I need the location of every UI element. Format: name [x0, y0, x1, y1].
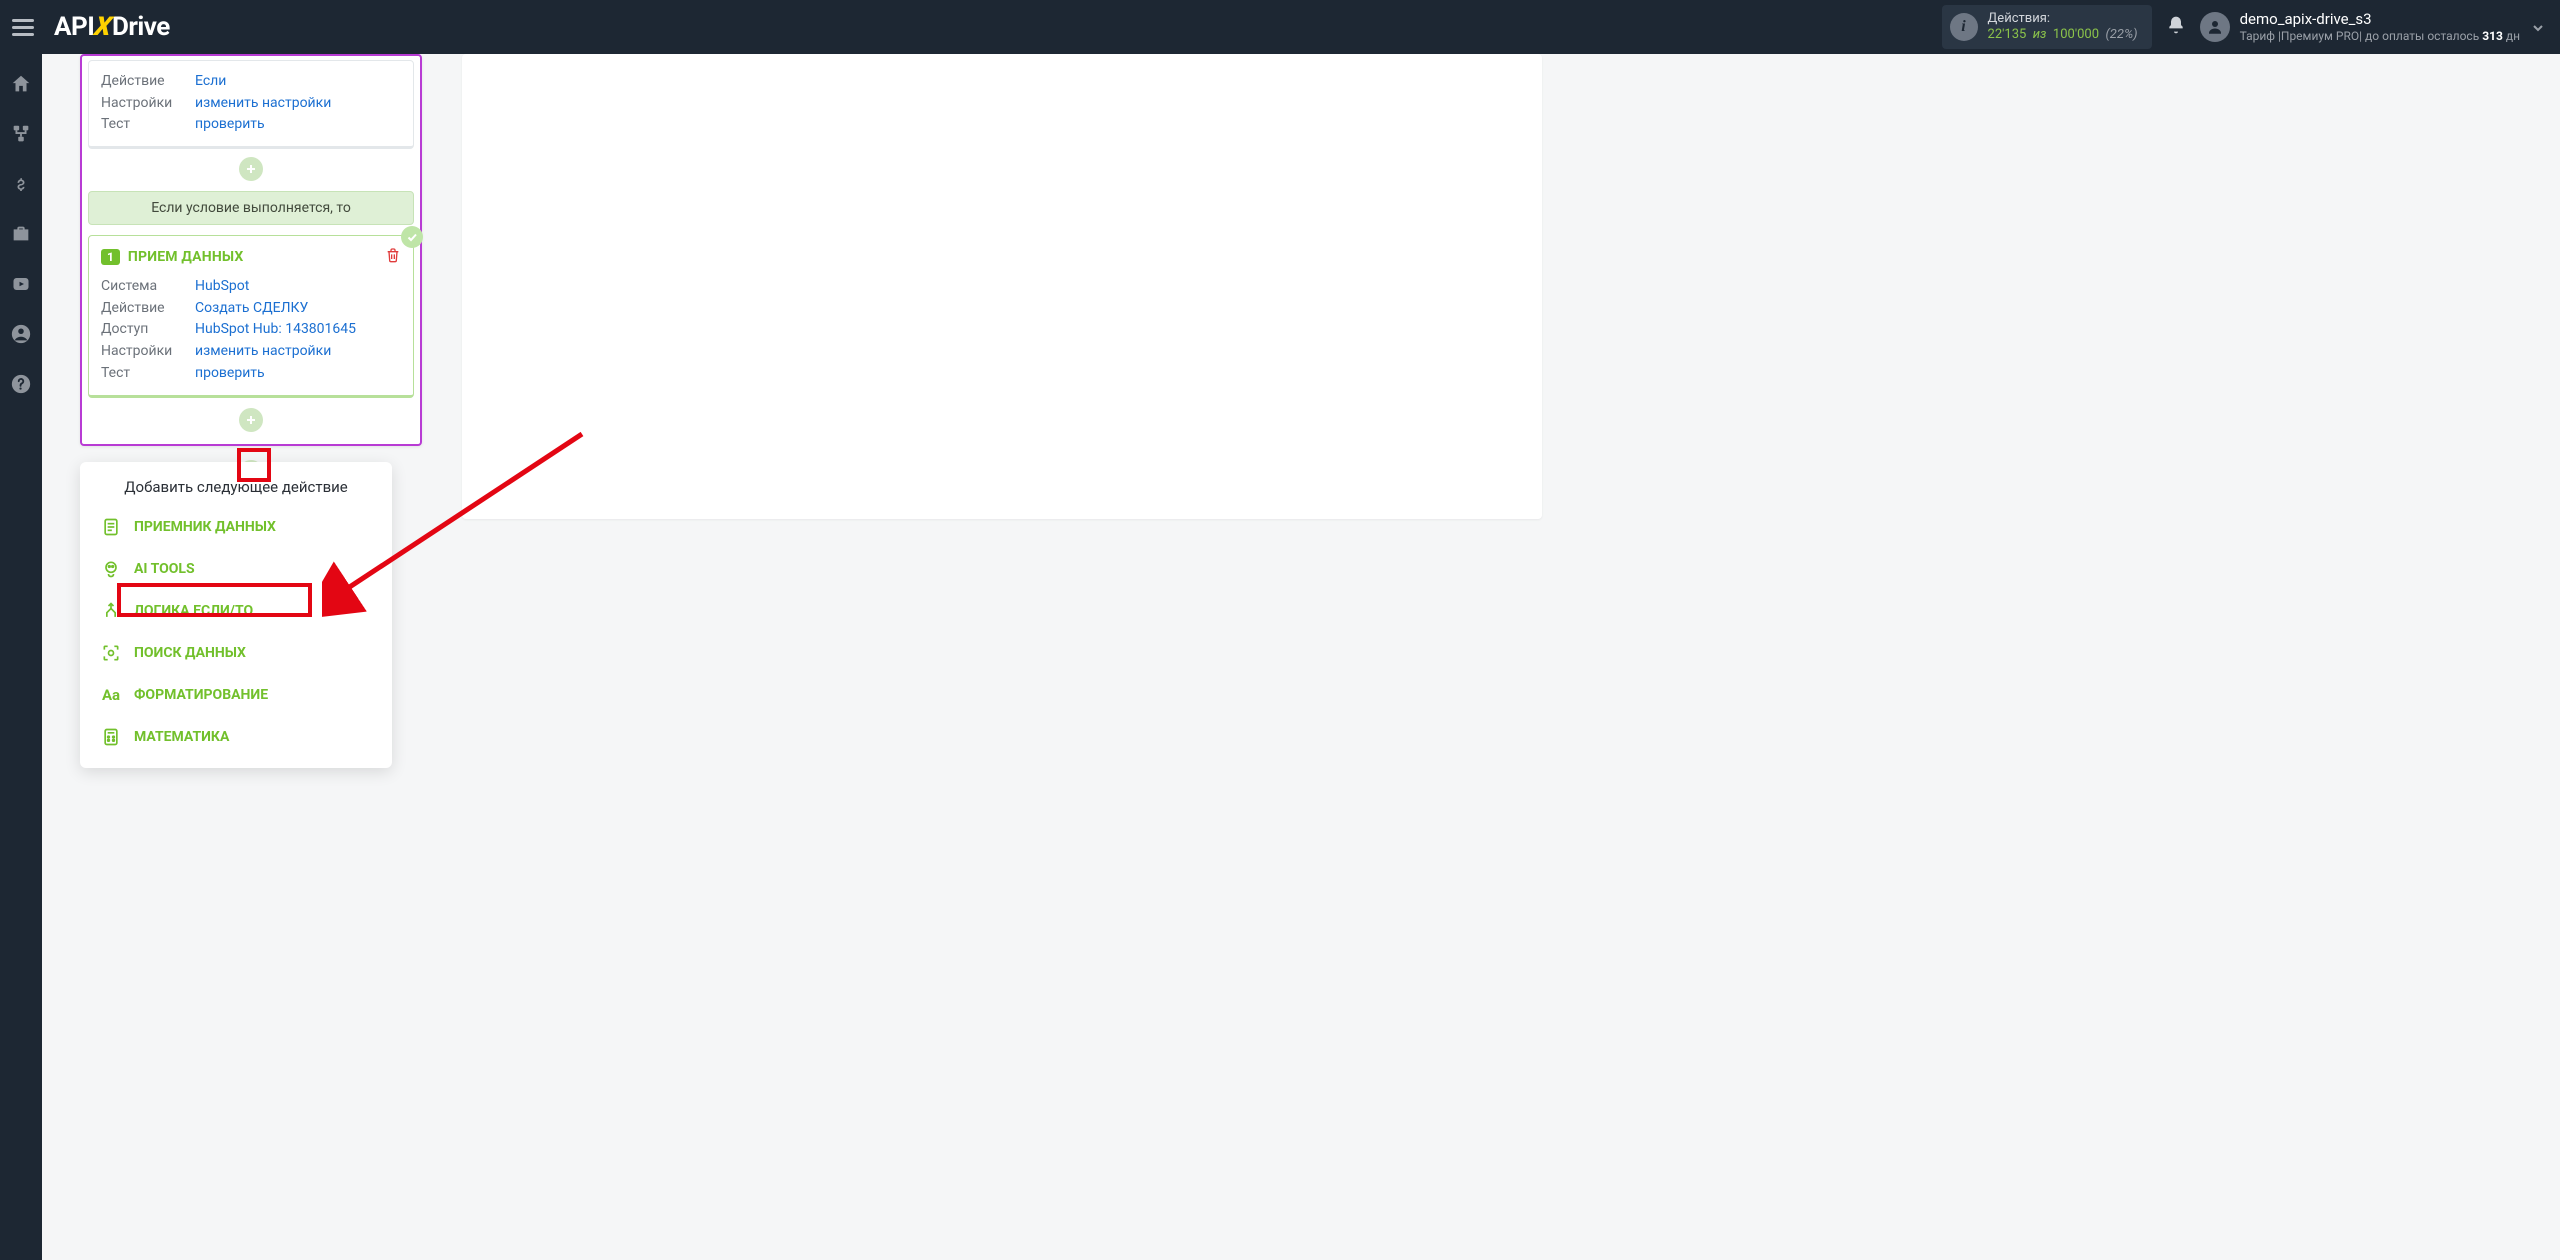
user-menu[interactable]: demo_apix-drive_s3 Тариф |Премиум PRO| д…: [2200, 10, 2550, 44]
menu-label: ФОРМАТИРОВАНИЕ: [134, 687, 268, 703]
receiver-card[interactable]: 1 ПРИЕМ ДАННЫХ Система HubSpot Действие Со…: [88, 235, 414, 397]
add-step-button[interactable]: [239, 157, 263, 181]
tariff-post: дн: [2503, 29, 2520, 43]
menu-label: AI TOOLS: [134, 561, 195, 577]
row-key: Настройки: [101, 341, 185, 363]
briefcase-icon[interactable]: [9, 222, 33, 246]
actions-value: 22'135 из 100'000 (22%): [1988, 27, 2138, 43]
topbar: APIXDrive i Действия: 22'135 из 100'000 …: [0, 0, 2560, 54]
text-aa-icon: Aa: [100, 684, 122, 706]
condition-card[interactable]: Действие Если Настройки изменить настройки…: [88, 60, 414, 149]
menu-item-receiver[interactable]: ПРИЕМНИК ДАННЫХ: [96, 510, 376, 544]
menu-item-math[interactable]: МАТЕМАТИКА: [96, 720, 376, 754]
connections-icon[interactable]: [9, 122, 33, 146]
user-tariff: Тариф |Премиум PRO| до оплаты осталось 3…: [2240, 29, 2520, 44]
card-header: 1 ПРИЕМ ДАННЫХ: [101, 246, 401, 268]
bell-icon[interactable]: [2166, 14, 2186, 40]
menu-label: ЛОГИКА ЕСЛИ/ТО: [134, 603, 253, 619]
menu-item-search-data[interactable]: ПОИСК ДАННЫХ: [96, 636, 376, 670]
row-key: Система: [101, 276, 185, 298]
tariff-days: 313: [2482, 29, 2503, 43]
menu-item-logic-ifelse[interactable]: ЛОГИКА ЕСЛИ/ТО: [96, 594, 376, 628]
leftbar: [0, 54, 42, 1260]
tariff-pre: Тариф |Премиум PRO| до оплаты осталось: [2240, 29, 2483, 43]
row-link[interactable]: проверить: [195, 114, 265, 136]
card-title: ПРИЕМ ДАННЫХ: [128, 249, 244, 265]
row-link[interactable]: изменить настройки: [195, 93, 331, 115]
menu-item-ai-tools[interactable]: AI TOOLS: [96, 552, 376, 586]
topbar-right: i Действия: 22'135 из 100'000 (22%) demo…: [1942, 5, 2550, 50]
billing-icon[interactable]: [9, 172, 33, 196]
brand-pre: API: [54, 12, 94, 42]
actions-used: 22'135: [1988, 27, 2027, 42]
row-key: Действие: [101, 71, 185, 93]
menu-item-formatting[interactable]: Aa ФОРМАТИРОВАНИЕ: [96, 678, 376, 712]
ai-brain-icon: [100, 558, 122, 580]
calculator-icon: [100, 726, 122, 748]
detail-panel: [462, 54, 1542, 519]
user-name: demo_apix-drive_s3: [2240, 10, 2520, 29]
row-key: Доступ: [101, 319, 185, 341]
avatar-icon: [2200, 12, 2230, 42]
row-link[interactable]: изменить настройки: [195, 341, 331, 363]
trash-icon[interactable]: [385, 246, 401, 268]
row-link[interactable]: проверить: [195, 363, 265, 385]
user-texts: demo_apix-drive_s3 Тариф |Премиум PRO| д…: [2240, 10, 2520, 44]
youtube-icon[interactable]: [9, 272, 33, 296]
actions-label: Действия:: [1988, 11, 2138, 27]
help-icon[interactable]: [9, 372, 33, 396]
flow-column: Действие Если Настройки изменить настройки…: [80, 54, 422, 490]
brand-logo[interactable]: APIXDrive: [54, 12, 170, 42]
branch-icon: [100, 600, 122, 622]
row-key: Действие: [101, 298, 185, 320]
row-key: Настройки: [101, 93, 185, 115]
actions-pct: (22%): [2105, 27, 2137, 42]
condition-group: Действие Если Настройки изменить настройки…: [80, 54, 422, 446]
home-icon[interactable]: [9, 72, 33, 96]
row-key: Тест: [101, 363, 185, 385]
row-link[interactable]: HubSpot Hub: 143801645: [195, 319, 356, 341]
add-action-popover: Добавить следующее действие ПРИЕМНИК ДАН…: [80, 462, 392, 768]
row-key: Тест: [101, 114, 185, 136]
row-link[interactable]: HubSpot: [195, 276, 249, 298]
main-stage: Действие Если Настройки изменить настройки…: [42, 54, 1560, 772]
menu-label: ПРИЕМНИК ДАННЫХ: [134, 519, 276, 535]
actions-total: 100'000: [2053, 27, 2099, 42]
condition-band: Если условие выполняется, то: [88, 191, 414, 225]
actions-text: Действия: 22'135 из 100'000 (22%): [1988, 11, 2138, 44]
popover-menu: ПРИЕМНИК ДАННЫХ AI TOOLS ЛОГИКА ЕСЛИ/ТО …: [96, 510, 376, 754]
status-ok-icon: [401, 226, 423, 248]
info-icon: i: [1950, 13, 1978, 41]
hamburger-button[interactable]: [10, 9, 46, 45]
actions-of: из: [2033, 27, 2047, 42]
menu-label: ПОИСК ДАННЫХ: [134, 645, 246, 661]
scan-icon: [100, 642, 122, 664]
row-link[interactable]: Создать СДЕЛКУ: [195, 298, 308, 320]
profile-icon[interactable]: [9, 322, 33, 346]
file-lines-icon: [100, 516, 122, 538]
add-step-button[interactable]: [239, 408, 263, 432]
chevron-down-icon[interactable]: [2530, 20, 2546, 40]
actions-counter[interactable]: i Действия: 22'135 из 100'000 (22%): [1942, 5, 2152, 50]
menu-label: МАТЕМАТИКА: [134, 729, 229, 745]
brand-post: Drive: [112, 12, 170, 42]
row-link[interactable]: Если: [195, 71, 226, 93]
step-number: 1: [101, 249, 120, 265]
popover-title: Добавить следующее действие: [96, 478, 376, 496]
